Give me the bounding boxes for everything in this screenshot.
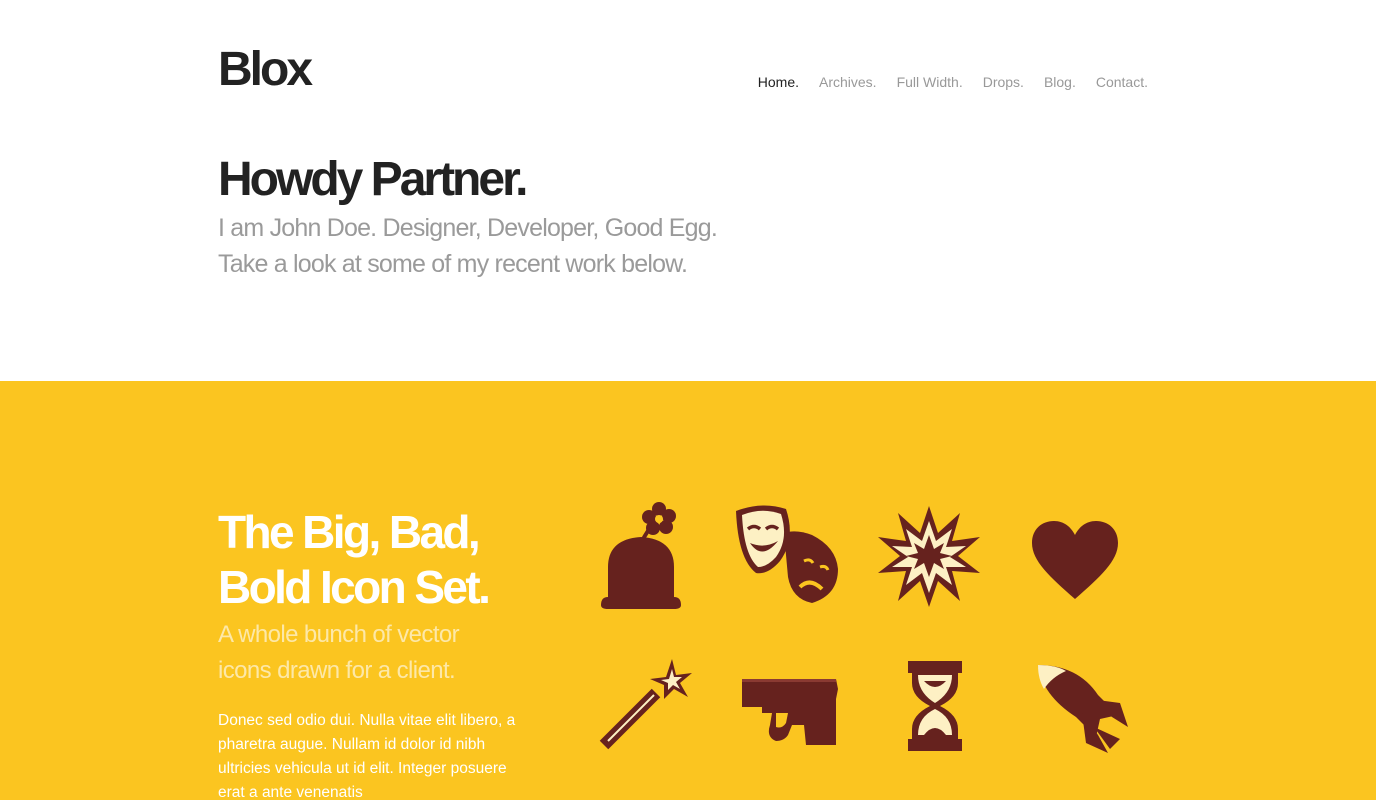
main-nav: Home. Archives. Full Width. Drops. Blog.… (758, 73, 1148, 91)
hero-subtitle-line: I am John Doe. Designer, Developer, Good… (218, 214, 718, 242)
project-band: The Big, Bad, Bold Icon Set. A whole bun… (0, 381, 1376, 801)
hero-subtitle-line: Take a look at some of my recent work be… (218, 250, 688, 278)
heart-icon (1020, 499, 1130, 609)
site-header: Blox Home. Archives. Full Width. Drops. … (0, 0, 1376, 381)
pistol-icon (736, 649, 846, 759)
nav-item-drops[interactable]: Drops. (983, 73, 1024, 91)
magic-wand-icon (590, 651, 700, 761)
bowler-hat-flower-icon (586, 499, 696, 609)
icon-grid (0, 381, 1376, 800)
nav-item-full-width[interactable]: Full Width. (897, 73, 963, 91)
hourglass-icon (880, 651, 990, 761)
explosion-icon (874, 501, 984, 611)
nav-item-archives[interactable]: Archives. (819, 73, 877, 91)
hero-subtitle: I am John Doe. Designer, Developer, Good… (218, 210, 778, 282)
site-logo[interactable]: Blox (218, 44, 313, 96)
rocket-icon (1028, 655, 1138, 765)
nav-item-blog[interactable]: Blog. (1044, 73, 1076, 91)
nav-item-contact[interactable]: Contact. (1096, 73, 1148, 91)
theater-masks-icon (734, 499, 844, 609)
nav-item-home[interactable]: Home. (758, 73, 799, 91)
hero-title: Howdy Partner. (218, 153, 528, 206)
